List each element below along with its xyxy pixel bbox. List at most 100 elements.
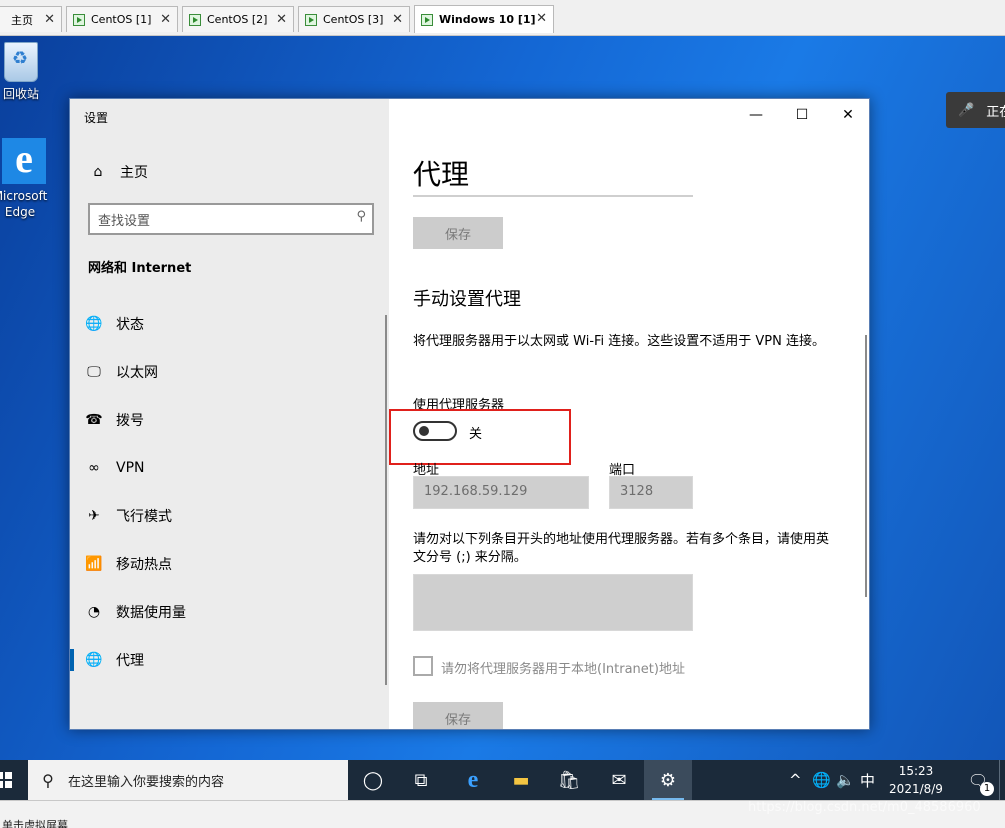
page-title: 代理	[413, 158, 470, 191]
vm-running-icon	[189, 13, 201, 26]
annotation-highlight-box	[389, 409, 571, 465]
sidebar-home-link[interactable]: ⌂ 主页	[88, 161, 148, 183]
clock-date: 2021/8/9	[889, 782, 943, 796]
vm-tab-centos-2[interactable]: CentOS [2] ✕	[182, 6, 294, 32]
maximize-button[interactable]: ☐	[779, 99, 825, 131]
close-icon: ✕	[842, 107, 854, 123]
vm-running-icon	[73, 13, 85, 26]
sidebar-item-mobile-hotspot[interactable]: 📶 移动热点	[84, 551, 374, 577]
title-divider	[413, 195, 693, 197]
gear-icon: ⚙	[659, 769, 677, 791]
airplane-icon: ✈	[88, 508, 100, 524]
edge-icon: e	[467, 766, 479, 793]
taskbar-edge-button[interactable]: e	[449, 760, 497, 800]
start-button[interactable]	[0, 760, 26, 800]
dialup-icon: ☎	[85, 412, 103, 428]
notification-badge: 1	[980, 782, 994, 796]
file-explorer-button[interactable]: ▬	[497, 760, 545, 800]
sidebar-item-vpn[interactable]: ∞ VPN	[84, 455, 374, 481]
store-bag-icon: 🛍	[557, 769, 581, 791]
vm-tab-label: CentOS [3]	[323, 13, 384, 26]
cortana-icon: ◯	[362, 769, 384, 791]
ime-indicator[interactable]: 中	[860, 760, 875, 800]
windows-logo-icon	[0, 772, 12, 788]
sidebar-scrollbar[interactable]	[385, 315, 387, 685]
settings-sidebar: 设置 ⌂ 主页 查找设置 ⚲ 网络和 Internet 🌐 状态 🖵 以太网 ☎…	[70, 99, 389, 729]
data-usage-icon: ◔	[87, 604, 101, 620]
vm-tab-home[interactable]: 主页 ✕	[0, 6, 62, 32]
maximize-icon: ☐	[795, 107, 809, 123]
sidebar-item-label: 移动热点	[116, 557, 172, 573]
vm-tab-windows-10[interactable]: Windows 10 [1] ✕	[414, 5, 554, 33]
proxy-settings-content: — ☐ ✕ 代理 保存 手动设置代理 将代理服务器用于以太网或 Wi-Fi 连接…	[389, 99, 869, 729]
settings-window: 设置 ⌂ 主页 查找设置 ⚲ 网络和 Internet 🌐 状态 🖵 以太网 ☎…	[69, 98, 870, 730]
vm-tab-label: CentOS [2]	[207, 13, 268, 26]
settings-taskbar-button[interactable]: ⚙	[644, 760, 692, 800]
globe-proxy-icon: 🌐	[85, 652, 103, 668]
sidebar-item-proxy[interactable]: 🌐 代理	[70, 647, 374, 673]
taskbar-search-placeholder: 在这里输入你要搜索的内容	[68, 774, 225, 790]
sidebar-item-label: 代理	[116, 653, 144, 669]
task-view-icon: ⧉	[414, 769, 428, 791]
task-view-button[interactable]: ⧉	[397, 760, 445, 800]
close-icon[interactable]: ✕	[276, 12, 287, 27]
notification-center-button[interactable]: 🗨 1	[958, 760, 998, 800]
content-scrollbar[interactable]	[865, 335, 867, 597]
meeting-indicator[interactable]: 🎤 正在	[946, 92, 1005, 128]
desktop-icon-label: Microsoft Edge	[0, 189, 48, 219]
home-icon: ⌂	[93, 164, 103, 180]
save-button-bottom[interactable]: 保存	[413, 702, 503, 729]
sidebar-item-dialup[interactable]: ☎ 拨号	[84, 407, 374, 433]
taskbar-search-input[interactable]: ⚲ 在这里输入你要搜索的内容	[28, 760, 348, 800]
minimize-icon: —	[749, 107, 763, 123]
manual-proxy-heading: 手动设置代理	[413, 289, 521, 310]
close-icon[interactable]: ✕	[392, 12, 403, 27]
exclusions-textarea[interactable]	[413, 574, 693, 631]
hotspot-icon: 📶	[85, 556, 103, 572]
address-field[interactable]: 192.168.59.129	[413, 476, 589, 509]
sidebar-home-label: 主页	[120, 165, 148, 181]
sidebar-item-ethernet[interactable]: 🖵 以太网	[84, 359, 374, 385]
vpn-icon: ∞	[88, 460, 100, 476]
close-icon[interactable]: ✕	[536, 11, 547, 26]
mic-muted-icon: 🎤	[958, 102, 975, 118]
sidebar-item-label: 数据使用量	[116, 605, 186, 621]
sidebar-item-label: 飞行模式	[116, 509, 172, 525]
taskbar-clock[interactable]: 15:23 2021/8/9	[882, 762, 950, 798]
sidebar-item-status[interactable]: 🌐 状态	[84, 311, 374, 337]
sidebar-item-label: VPN	[116, 460, 145, 476]
save-button-top[interactable]: 保存	[413, 217, 503, 249]
save-button-label: 保存	[444, 712, 471, 728]
show-desktop-button[interactable]	[999, 760, 1005, 800]
sidebar-item-data-usage[interactable]: ◔ 数据使用量	[84, 599, 374, 625]
settings-search-input[interactable]: 查找设置 ⚲	[88, 203, 374, 235]
bypass-local-checkbox[interactable]	[413, 656, 433, 676]
exclusions-description: 请勿对以下列条目开头的地址使用代理服务器。若有多个条目，请使用英文分号 (;) …	[413, 532, 830, 565]
volume-tray-button[interactable]: 🔈	[836, 760, 855, 800]
store-button[interactable]: 🛍	[545, 760, 593, 800]
close-icon[interactable]: ✕	[44, 12, 55, 27]
chevron-up-icon: ^	[789, 771, 802, 789]
vm-tab-bar: 主页 ✕ CentOS [1] ✕ CentOS [2] ✕ CentOS [3…	[0, 0, 1005, 36]
network-tray-button[interactable]: 🌐	[812, 760, 831, 800]
desktop-icon-edge[interactable]: e Microsoft Edge	[0, 138, 52, 220]
vm-tab-centos-1[interactable]: CentOS [1] ✕	[66, 6, 178, 32]
cortana-button[interactable]: ◯	[349, 760, 397, 800]
vm-status-hint: 单击虚拟屏幕	[2, 819, 68, 828]
tray-chevron-button[interactable]: ^	[789, 760, 802, 800]
save-button-label: 保存	[444, 227, 471, 243]
sidebar-item-airplane-mode[interactable]: ✈ 飞行模式	[84, 503, 374, 529]
search-icon: ⚲	[42, 770, 54, 790]
network-globe-icon: 🌐	[812, 771, 831, 789]
minimize-button[interactable]: —	[733, 99, 779, 131]
manual-proxy-description: 将代理服务器用于以太网或 Wi-Fi 连接。这些设置不适用于 VPN 连接。	[413, 334, 826, 349]
desktop-icon-label: 回收站	[2, 87, 39, 101]
taskbar: ⚲ 在这里输入你要搜索的内容 ◯ ⧉ e ▬ 🛍 ✉ ⚙ ^ 🌐 🔈 中 15:…	[0, 760, 1005, 800]
close-icon[interactable]: ✕	[160, 12, 171, 27]
mail-button[interactable]: ✉	[595, 760, 643, 800]
search-icon: ⚲	[356, 209, 366, 224]
desktop-icon-recycle-bin[interactable]: 回收站	[0, 42, 42, 102]
vm-tab-centos-3[interactable]: CentOS [3] ✕	[298, 6, 410, 32]
port-field[interactable]: 3128	[609, 476, 693, 509]
close-button[interactable]: ✕	[825, 99, 869, 131]
